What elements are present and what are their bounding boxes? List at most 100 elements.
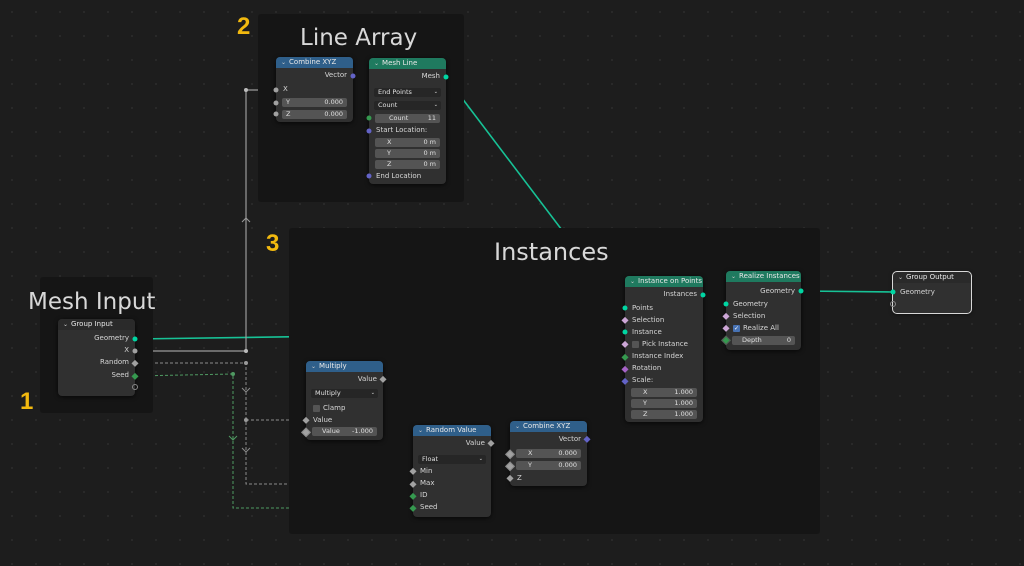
socket-count-in[interactable] [366, 115, 372, 121]
node-header[interactable]: ⌄ Combine XYZ [276, 57, 353, 68]
collapse-chevron-icon[interactable]: ⌄ [281, 59, 286, 66]
node-header[interactable]: ⌄ Instance on Points [625, 276, 703, 287]
input-points-label: Points [632, 304, 654, 312]
socket-x-out[interactable] [132, 348, 138, 354]
node-header[interactable]: ⌄ Combine XYZ [510, 421, 587, 432]
node-title: Combine XYZ [289, 58, 337, 66]
input-selection-label: Selection [733, 312, 766, 320]
collapse-chevron-icon[interactable]: ⌄ [898, 274, 903, 281]
socket-vector-out[interactable] [350, 73, 356, 79]
mode-dropdown[interactable]: End Points ⌄ [374, 88, 441, 97]
socket-end-in[interactable] [366, 173, 372, 179]
node-random-value[interactable]: ⌄ Random Value Value Float ⌄ Min Max ID Se… [413, 425, 491, 517]
y-field[interactable]: Y 0.000 [282, 98, 347, 107]
start-location-label: Start Location: [376, 126, 428, 134]
output-value-label: Value [465, 439, 485, 447]
start-z-field[interactable]: Z 0 m [375, 160, 440, 169]
collapse-chevron-icon[interactable]: ⌄ [311, 363, 316, 370]
clamp-checkbox[interactable]: Clamp [306, 403, 383, 414]
field-value: 1.000 [674, 410, 693, 418]
pick-instance-checkbox[interactable]: Pick Instance [625, 339, 703, 350]
node-title: Multiply [319, 362, 347, 370]
scale-z-field[interactable]: Z 1.000 [631, 410, 697, 419]
depth-field[interactable]: Depth 0 [732, 336, 795, 345]
input-geometry-label: Geometry [900, 288, 935, 296]
node-header[interactable]: ⌄ Group Output [893, 272, 971, 283]
node-instance-on-points[interactable]: ⌄ Instance on Points Instances Points Sel… [625, 276, 703, 422]
checkbox-label: Clamp [323, 404, 346, 412]
socket-empty-in[interactable] [890, 301, 896, 307]
node-group-input[interactable]: ⌄ Group Input Geometry X Random Seed [58, 319, 135, 396]
value-field[interactable]: Value -1.000 [312, 427, 377, 436]
start-x-field[interactable]: X 0 m [375, 138, 440, 147]
socket-geometry-out[interactable] [798, 288, 804, 294]
socket-empty-out[interactable] [132, 384, 138, 390]
field-value: 0 m [423, 138, 436, 146]
node-header[interactable]: ⌄ Group Input [58, 319, 135, 330]
socket-geometry-out[interactable] [132, 336, 138, 342]
chevron-down-icon: ⌄ [370, 390, 375, 396]
frame-number-2: 2 [237, 13, 251, 40]
collapse-chevron-icon[interactable]: ⌄ [630, 278, 635, 285]
x-field[interactable]: X 0.000 [516, 449, 581, 458]
node-combine-xyz-top[interactable]: ⌄ Combine XYZ Vector X Y 0.000 Z 0.000 [276, 57, 353, 122]
frame-title: Instances [494, 238, 609, 266]
y-field[interactable]: Y 0.000 [516, 461, 581, 470]
chevron-down-icon: ⌄ [433, 89, 438, 95]
socket-instances-out[interactable] [700, 292, 706, 298]
socket-mesh-out[interactable] [443, 74, 449, 80]
z-field[interactable]: Z 0.000 [282, 110, 347, 119]
node-header[interactable]: ⌄ Mesh Line [369, 58, 446, 69]
input-min-label: Min [420, 467, 433, 475]
input-value-label: Value [313, 416, 333, 424]
node-mesh-line[interactable]: ⌄ Mesh Line Mesh End Points ⌄ Count ⌄ Count… [369, 58, 446, 184]
output-seed-label: Seed [111, 371, 130, 379]
socket-instance-in[interactable] [622, 329, 628, 335]
node-combine-xyz-bottom[interactable]: ⌄ Combine XYZ Vector X 0.000 Y 0.000 Z [510, 421, 587, 486]
scale-x-field[interactable]: X 1.000 [631, 388, 697, 397]
output-x-label: X [124, 346, 129, 354]
output-vector-label: Vector [324, 71, 347, 79]
operation-dropdown[interactable]: Multiply ⌄ [311, 389, 378, 398]
start-y-field[interactable]: Y 0 m [375, 149, 440, 158]
count-field[interactable]: Count 11 [375, 114, 440, 123]
end-location-label: End Location [376, 172, 422, 180]
output-value-label: Value [357, 375, 377, 383]
socket-z-in[interactable] [273, 111, 279, 117]
checkbox-label: Realize All [743, 324, 779, 332]
realize-all-checkbox[interactable]: ✓ Realize All [726, 323, 801, 334]
node-header[interactable]: ⌄ Multiply [306, 361, 383, 372]
data-type-dropdown[interactable]: Float ⌄ [418, 455, 486, 464]
checkbox-icon[interactable] [313, 404, 320, 412]
collapse-chevron-icon[interactable]: ⌄ [63, 321, 68, 328]
collapse-chevron-icon[interactable]: ⌄ [515, 423, 520, 430]
node-multiply[interactable]: ⌄ Multiply Value Multiply ⌄ Clamp Value Va… [306, 361, 383, 440]
output-geometry-label: Geometry [94, 334, 129, 342]
collapse-chevron-icon[interactable]: ⌄ [731, 273, 736, 280]
socket-points-in[interactable] [622, 305, 628, 311]
checkmark-icon[interactable]: ✓ [733, 324, 740, 332]
frame-number-1: 1 [20, 388, 34, 415]
socket-start-in[interactable] [366, 128, 372, 134]
collapse-chevron-icon[interactable]: ⌄ [418, 427, 423, 434]
socket-y-in[interactable] [273, 100, 279, 106]
input-rotation-label: Rotation [632, 364, 662, 372]
field-label: X [387, 138, 392, 146]
socket-geometry-in[interactable] [723, 301, 729, 307]
chevron-down-icon: ⌄ [478, 456, 483, 462]
input-z-label: Z [517, 474, 522, 482]
field-label: Y [286, 98, 290, 106]
checkbox-icon[interactable] [632, 340, 639, 348]
node-header[interactable]: ⌄ Realize Instances [726, 271, 801, 282]
collapse-chevron-icon[interactable]: ⌄ [374, 60, 379, 67]
field-label: Y [643, 399, 647, 407]
socket-geometry-in[interactable] [890, 289, 896, 295]
node-group-output[interactable]: ⌄ Group Output Geometry [892, 271, 972, 314]
field-value: 0 m [423, 160, 436, 168]
socket-x-in[interactable] [273, 87, 279, 93]
node-header[interactable]: ⌄ Random Value [413, 425, 491, 436]
node-realize-instances[interactable]: ⌄ Realize Instances Geometry Geometry Sel… [726, 271, 801, 350]
scale-y-field[interactable]: Y 1.000 [631, 399, 697, 408]
count-mode-dropdown[interactable]: Count ⌄ [374, 101, 441, 110]
dropdown-value: Multiply [315, 389, 341, 397]
